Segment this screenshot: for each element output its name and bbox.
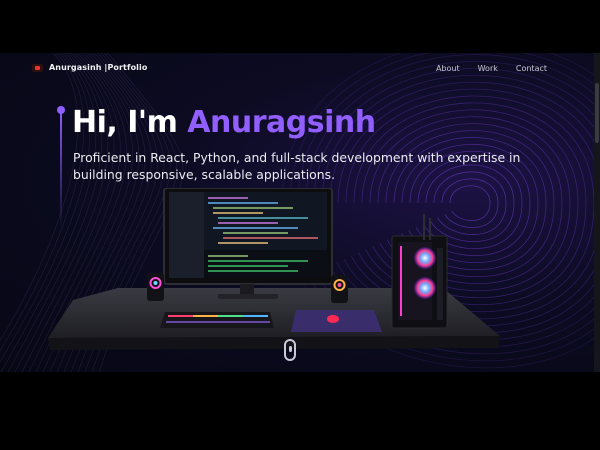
pc-fan-top <box>414 247 436 269</box>
hero-title: Hi, I'm Anuragsinh <box>72 105 376 140</box>
mouse-scroll-icon[interactable] <box>284 339 296 361</box>
scrollbar-thumb[interactable] <box>595 83 599 143</box>
desk-edge <box>48 336 500 350</box>
hero-greeting: Hi, I'm <box>72 105 178 140</box>
navbar: Anurgasinh |Portfolio About Work Contact <box>0 53 594 87</box>
browser-window: Anurgasinh |Portfolio About Work Contact… <box>0 0 600 450</box>
mouse-wheel <box>289 346 292 352</box>
hero-name: Anuragsinh <box>187 105 376 140</box>
code-sidebar <box>169 192 204 278</box>
mouse <box>327 315 339 323</box>
nav-link-about[interactable]: About <box>436 64 460 73</box>
logo-icon <box>32 63 43 72</box>
brand-name: Anurgasinh |Portfolio <box>49 63 148 72</box>
nav-links: About Work Contact <box>436 64 547 73</box>
hero-subtitle: Proficient in React, Python, and full-st… <box>73 150 521 182</box>
brand-logo[interactable]: Anurgasinh |Portfolio <box>32 63 147 72</box>
keyboard <box>160 312 274 328</box>
portfolio-page: Anurgasinh |Portfolio About Work Contact… <box>0 53 600 372</box>
nav-link-contact[interactable]: Contact <box>516 64 547 73</box>
monitor-stand-base <box>218 294 278 299</box>
computer-setup-illustration <box>48 188 500 350</box>
pc-rgb-strip <box>400 246 402 316</box>
nav-link-work[interactable]: Work <box>478 64 498 73</box>
terminal-panel <box>204 250 327 278</box>
pc-fan-bottom <box>414 277 436 299</box>
page-scrollbar[interactable] <box>594 53 600 372</box>
